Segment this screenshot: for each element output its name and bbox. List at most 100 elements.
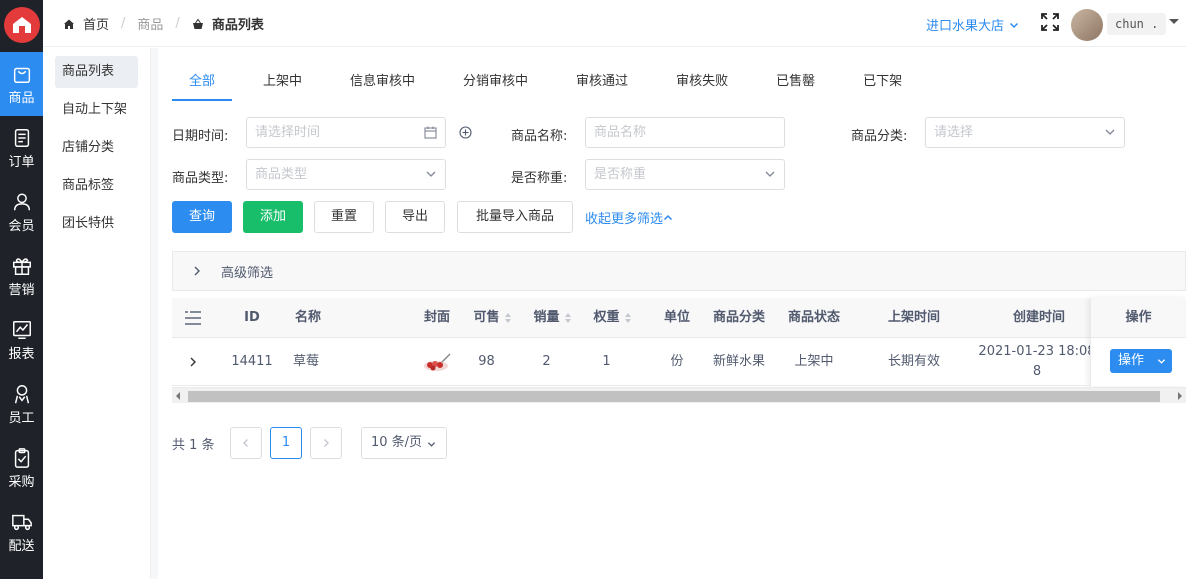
pagination-total: 共 1 条 xyxy=(172,438,215,453)
app-logo[interactable] xyxy=(0,0,43,50)
col-created-time: 创建时间 xyxy=(1012,310,1065,325)
row-action-dropdown[interactable]: 操作 xyxy=(1110,349,1172,373)
query-button[interactable]: 查询 xyxy=(172,201,232,233)
chevron-down-icon xyxy=(427,442,436,447)
date-picker[interactable]: 请选择时间 xyxy=(246,117,446,148)
weigh-placeholder: 是否称重 xyxy=(594,167,647,182)
category-select[interactable]: 请选择 xyxy=(925,117,1125,148)
rail-item-purchase[interactable]: 采购 xyxy=(0,436,43,500)
submenu-item-goods-tags[interactable]: 商品标签 xyxy=(55,170,138,202)
weigh-select[interactable]: 是否称重 xyxy=(585,159,785,190)
chevron-down-icon xyxy=(426,171,436,177)
caret-down-icon[interactable] xyxy=(1169,19,1179,24)
chevron-down-icon xyxy=(1157,359,1166,364)
col-status: 商品状态 xyxy=(787,310,840,325)
add-button[interactable]: 添加 xyxy=(243,201,303,233)
logo-icon xyxy=(3,7,40,43)
bag-icon xyxy=(13,67,30,83)
gift-icon xyxy=(12,257,31,275)
col-weight[interactable]: 权重 xyxy=(585,298,640,338)
rail-item-reports[interactable]: 报表 xyxy=(0,308,43,372)
add-circle-icon[interactable] xyxy=(459,126,472,139)
tab-all[interactable]: 全部 xyxy=(172,56,232,101)
type-select[interactable]: 商品类型 xyxy=(246,159,446,190)
submenu-item-store-category[interactable]: 店铺分类 xyxy=(55,132,138,164)
page-size-select[interactable]: 10 条/页 xyxy=(361,427,447,459)
submenu-item-auto-shelf[interactable]: 自动上下架 xyxy=(55,94,138,126)
rail-item-goods[interactable]: 商品 xyxy=(0,52,43,116)
col-sales[interactable]: 销量 xyxy=(525,298,580,338)
col-weight-label: 权重 xyxy=(593,310,620,325)
username-label[interactable]: chun . xyxy=(1107,13,1167,35)
col-shelf-time: 上架时间 xyxy=(887,310,940,325)
store-switcher[interactable]: 进口水果大店 xyxy=(926,15,1019,34)
home-icon xyxy=(64,19,74,29)
breadcrumb-current: 商品列表 xyxy=(211,18,264,33)
category-label: 商品分类: xyxy=(851,129,908,144)
tab-info-review[interactable]: 信息审核中 xyxy=(350,56,415,101)
cell-weight: 1 xyxy=(602,354,611,369)
cell-created-time: 2021-01-23 18:08 8 xyxy=(972,338,1102,386)
basket-icon xyxy=(192,18,203,29)
submenu-item-leader-special[interactable]: 团长特供 xyxy=(55,208,138,240)
tab-approved[interactable]: 审核通过 xyxy=(576,56,628,101)
advanced-filter-label: 高级筛选 xyxy=(221,266,274,281)
avatar[interactable] xyxy=(1071,9,1103,41)
reset-button[interactable]: 重置 xyxy=(314,201,374,233)
tab-on-shelf[interactable]: 上架中 xyxy=(263,56,302,101)
fullscreen-icon[interactable] xyxy=(1041,13,1059,31)
cell-unit: 份 xyxy=(670,354,684,369)
rail-item-delivery[interactable]: 配送 xyxy=(0,500,43,564)
batch-import-button[interactable]: 批量导入商品 xyxy=(457,201,573,233)
name-label: 商品名称: xyxy=(511,129,568,144)
next-page-button[interactable] xyxy=(310,427,342,459)
calendar-icon xyxy=(424,126,437,139)
cell-category: 新鲜水果 xyxy=(712,354,765,369)
breadcrumb-home[interactable]: 首页 xyxy=(83,14,109,33)
rail-label: 营销 xyxy=(8,282,35,298)
scroll-right-icon[interactable] xyxy=(1178,392,1182,400)
submenu-item-goods-list[interactable]: 商品列表 xyxy=(55,56,138,88)
page-size-value: 10 条/页 xyxy=(371,435,423,450)
export-button[interactable]: 导出 xyxy=(385,201,445,233)
prev-page-button[interactable] xyxy=(230,427,262,459)
collapse-filters-link[interactable]: 收起更多筛选 xyxy=(585,208,673,227)
table-header: ID 名称 封面 可售 销量 权重 单位 商品分类 商品状态 上架时间 创建时间 xyxy=(172,298,1186,338)
col-stock[interactable]: 可售 xyxy=(465,298,520,338)
chevron-down-icon xyxy=(1009,22,1019,28)
scroll-left-icon[interactable] xyxy=(176,392,180,400)
truck-icon xyxy=(11,514,32,530)
rail-item-orders[interactable]: 订单 xyxy=(0,116,43,180)
col-id: ID xyxy=(244,310,260,325)
chevron-right-icon xyxy=(324,439,329,447)
cell-sales: 2 xyxy=(542,354,551,369)
main-content: 全部 上架中 信息审核中 分销审核中 审核通过 审核失败 已售罄 已下架 日期时… xyxy=(158,56,1186,579)
tab-rejected[interactable]: 审核失败 xyxy=(676,56,728,101)
strawberry-thumbnail-icon xyxy=(424,353,451,371)
advanced-filter-panel[interactable]: 高级筛选 xyxy=(172,251,1186,291)
column-settings-icon[interactable] xyxy=(184,310,202,326)
cell-shelf-time: 长期有效 xyxy=(887,354,940,369)
page-1-button[interactable]: 1 xyxy=(270,427,302,459)
rail-item-members[interactable]: 会员 xyxy=(0,180,43,244)
clipboard-icon xyxy=(14,447,29,468)
table-row[interactable]: 14411 草莓 98 2 1 份 新鲜水果 上架中 长期有效 2021-01-… xyxy=(172,338,1186,386)
collapse-filters-label: 收起更多筛选 xyxy=(585,212,664,227)
tab-distribution-review[interactable]: 分销审核中 xyxy=(463,56,528,101)
tab-off-shelf[interactable]: 已下架 xyxy=(863,56,902,101)
goods-submenu: 商品列表 自动上下架 店铺分类 商品标签 团长特供 xyxy=(43,48,151,579)
chevron-up-icon xyxy=(663,214,673,220)
expand-row-icon[interactable] xyxy=(187,356,199,368)
rail-item-marketing[interactable]: 营销 xyxy=(0,244,43,308)
chevron-down-icon xyxy=(765,171,775,177)
rail-item-staff[interactable]: 员工 xyxy=(0,372,43,436)
breadcrumb-goods[interactable]: 商品 xyxy=(137,14,163,33)
col-sales-label: 销量 xyxy=(533,310,560,325)
name-input[interactable]: 商品名称 xyxy=(585,117,785,148)
tab-sold-out[interactable]: 已售罄 xyxy=(776,56,815,101)
order-icon xyxy=(14,128,29,147)
col-stock-label: 可售 xyxy=(473,310,500,325)
cell-cover[interactable] xyxy=(417,338,457,386)
table-horizontal-scrollbar[interactable] xyxy=(172,387,1186,403)
scrollbar-thumb[interactable] xyxy=(188,391,1160,402)
